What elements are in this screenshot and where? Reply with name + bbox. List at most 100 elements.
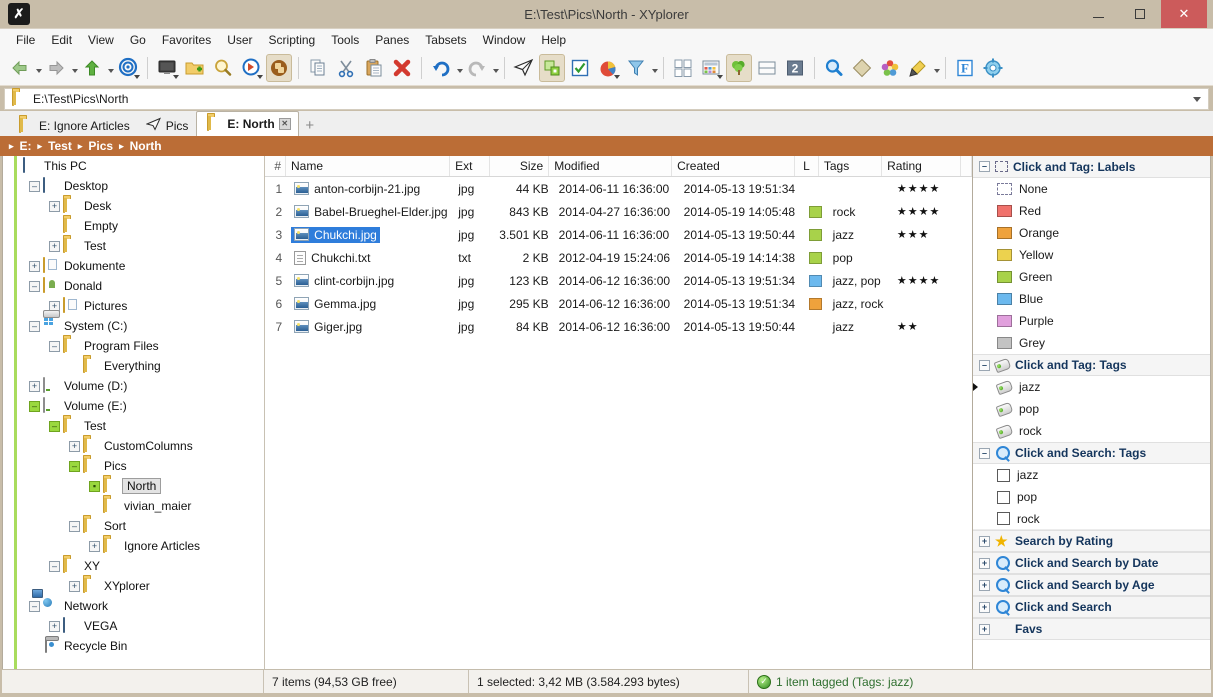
tab-pics[interactable]: Pics — [138, 115, 197, 136]
table-row[interactable]: 5 clint-corbijn.jpg jpg 123 KB 2014-06-12 16… — [265, 269, 972, 292]
column-header-modified[interactable]: Modified — [549, 156, 673, 176]
tree-toggle-icon[interactable]: + — [89, 540, 100, 552]
tree-item-xy[interactable]: – XY — [3, 556, 264, 576]
section-toggle-icon[interactable]: + — [979, 557, 990, 569]
tree-item-desktop[interactable]: – Desktop — [3, 176, 264, 196]
row-tags[interactable]: pop — [828, 251, 892, 265]
redo-icon[interactable] — [464, 54, 490, 82]
column-header-size[interactable]: Size — [490, 156, 550, 176]
tag-section-click-and-search[interactable]: + Click and Search — [973, 596, 1210, 618]
new-folder-icon[interactable] — [182, 54, 208, 82]
file-list-panel[interactable]: # Name Ext Size Modified Created L Tags … — [265, 156, 972, 669]
split-pane-icon[interactable] — [754, 54, 780, 82]
find-files-icon[interactable] — [210, 54, 236, 82]
tree-item-vega[interactable]: + VEGA — [3, 616, 264, 636]
table-row[interactable]: 7 Giger.jpg jpg 84 KB 2014-06-12 16:36:00 201… — [265, 315, 972, 338]
tree-toggle-icon[interactable]: + — [69, 440, 80, 452]
tab-ignore-articles[interactable]: E: Ignore Articles — [8, 115, 138, 136]
section-toggle-icon[interactable]: + — [979, 535, 990, 547]
tree-item-test[interactable]: + Test — [3, 236, 264, 256]
menu-tools[interactable]: Tools — [323, 31, 367, 49]
row-tags[interactable]: rock — [828, 205, 892, 219]
highlight-icon[interactable] — [905, 54, 931, 82]
tree-toggle-icon[interactable]: + — [49, 240, 60, 252]
tag-item-purple[interactable]: Purple — [973, 310, 1210, 332]
row-tags[interactable]: jazz, pop — [828, 274, 892, 288]
checkbox-select-icon[interactable] — [567, 54, 593, 82]
section-toggle-icon[interactable]: + — [979, 601, 990, 613]
row-label[interactable] — [804, 274, 828, 287]
tree-toggle-icon[interactable]: + — [69, 580, 80, 592]
column-header-name[interactable]: Name — [286, 156, 451, 176]
table-row[interactable]: 6 Gemma.jpg jpg 295 KB 2014-06-12 16:36:00 20… — [265, 292, 972, 315]
tree-item-north[interactable]: ▪ North — [3, 476, 264, 496]
undo-dropdown-icon[interactable] — [457, 68, 463, 73]
tree-toggle-icon[interactable]: – — [29, 600, 40, 612]
tree-toggle-icon[interactable]: – — [29, 180, 40, 192]
chevron-down-icon[interactable] — [1193, 96, 1201, 102]
disk-usage-icon[interactable] — [595, 54, 621, 82]
tree-item-pics[interactable]: – Pics — [3, 456, 264, 476]
tag-panel[interactable]: – Click and Tag: Labels None Red Orange Yello… — [972, 156, 1210, 669]
row-tags[interactable]: jazz — [828, 228, 892, 242]
column-header-number[interactable]: # — [265, 156, 286, 176]
tree-toggle-icon[interactable]: – — [49, 420, 60, 432]
tree-item-sort[interactable]: – Sort — [3, 516, 264, 536]
label-color-swatch[interactable] — [809, 297, 823, 310]
redo-dropdown-icon[interactable] — [493, 68, 499, 73]
tag-section-click-and-search-by-age[interactable]: + Click and Search by Age — [973, 574, 1210, 596]
checkbox[interactable] — [997, 468, 1010, 482]
breadcrumb-item-test[interactable]: Test — [47, 139, 73, 153]
tag-section-search-by-rating[interactable]: + ★ Search by Rating — [973, 530, 1210, 552]
tree-item-test[interactable]: – Test — [3, 416, 264, 436]
filter-icon[interactable] — [623, 54, 649, 82]
paste-icon[interactable] — [361, 54, 387, 82]
breadcrumb-arrow-icon[interactable]: ▸ — [38, 141, 43, 152]
section-toggle-icon[interactable]: – — [979, 161, 990, 172]
menu-help[interactable]: Help — [533, 31, 574, 49]
checkbox[interactable] — [997, 512, 1010, 525]
breadcrumb-arrow-icon[interactable]: ▸ — [119, 141, 124, 152]
up-icon[interactable] — [79, 54, 105, 82]
target-dropdown-icon[interactable] — [134, 74, 140, 79]
tree-item-desk[interactable]: + Desk — [3, 196, 264, 216]
highlight-dropdown-icon[interactable] — [934, 68, 940, 73]
row-label[interactable] — [804, 205, 828, 218]
tag-item-pop[interactable]: pop — [973, 398, 1210, 420]
column-header-rating[interactable]: Rating — [882, 156, 961, 176]
tree-item-recycle-bin[interactable]: Recycle Bin — [3, 636, 264, 656]
tree-toggle-icon[interactable]: ▪ — [89, 480, 100, 492]
target-go-icon[interactable] — [115, 54, 141, 82]
tree-toggle-icon[interactable]: – — [69, 460, 80, 472]
tree-toggle-icon[interactable]: – — [69, 520, 80, 532]
filter-dropdown-icon[interactable] — [652, 68, 658, 73]
tree-item-program-files[interactable]: – Program Files — [3, 336, 264, 356]
tree-item-volume-e-[interactable]: – Volume (E:) — [3, 396, 264, 416]
tree-item-dokumente[interactable]: + Dokumente — [3, 256, 264, 276]
search-icon[interactable] — [821, 54, 847, 82]
file-name-label[interactable]: Chukchi.jpg — [291, 226, 380, 243]
details-dropdown-icon[interactable] — [717, 74, 723, 79]
menu-window[interactable]: Window — [475, 31, 534, 49]
row-name[interactable]: clint-corbijn.jpg — [286, 273, 453, 289]
desktop-icon[interactable] — [154, 54, 180, 82]
back-dropdown-icon[interactable] — [36, 68, 42, 73]
tree-toggle-icon[interactable]: – — [49, 560, 60, 572]
row-tags[interactable]: jazz — [828, 320, 892, 334]
row-name[interactable]: Babel-Brueghel-Elder.jpg — [286, 204, 453, 220]
branch-view-icon[interactable] — [849, 54, 875, 82]
forward-icon[interactable] — [43, 54, 69, 82]
tree-toggle-icon[interactable]: + — [49, 200, 60, 212]
column-header-created[interactable]: Created — [672, 156, 795, 176]
cut-icon[interactable] — [333, 54, 359, 82]
tree-toggle-icon[interactable]: – — [29, 320, 40, 332]
tree-item-volume-d-[interactable]: + Volume (D:) — [3, 376, 264, 396]
quick-search-dropdown-icon[interactable] — [257, 74, 263, 79]
dual-pane-icon[interactable]: 2 — [782, 54, 808, 82]
section-toggle-icon[interactable]: – — [979, 447, 990, 459]
details-view-icon[interactable] — [698, 54, 724, 82]
table-row[interactable]: 3 Chukchi.jpg jpg 3.501 KB 2014-06-11 16:36:… — [265, 223, 972, 246]
desktop-dropdown-icon[interactable] — [173, 74, 179, 79]
tag-section-click-and-tag-labels[interactable]: – Click and Tag: Labels — [973, 156, 1210, 178]
tag-section-click-and-tag-tags[interactable]: – Click and Tag: Tags — [973, 354, 1210, 376]
